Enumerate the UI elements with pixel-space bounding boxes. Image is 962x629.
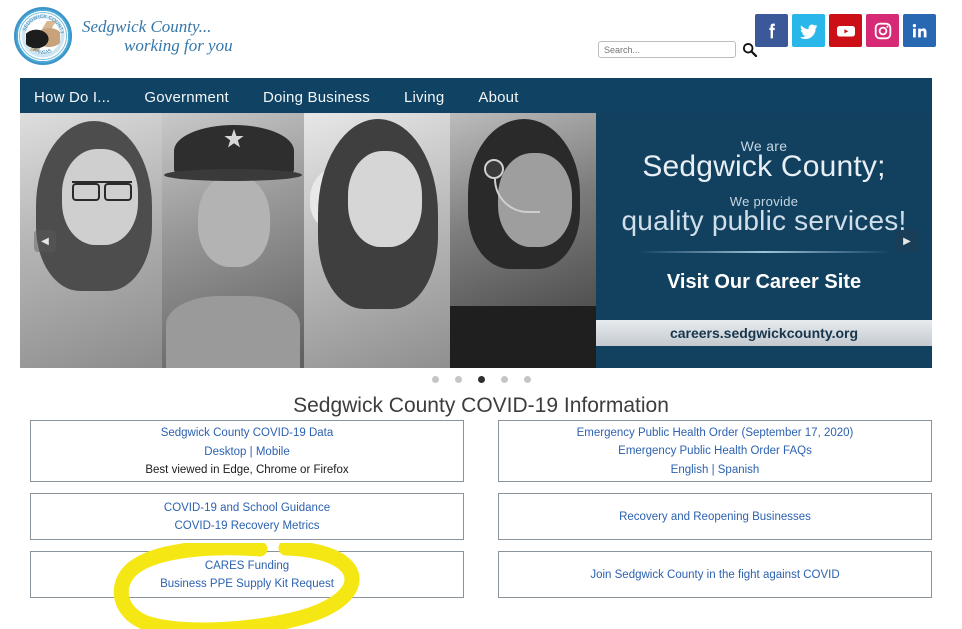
facebook-icon[interactable] <box>755 14 788 47</box>
nav-item-government[interactable]: Government <box>144 89 229 106</box>
county-seal-icon: SEDGWICK COUNTY KANSAS <box>14 7 72 65</box>
hero-headline-1: Sedgwick County; <box>642 150 886 183</box>
emergency-health-order-card[interactable]: Emergency Public Health Order (September… <box>498 420 932 482</box>
instagram-icon[interactable] <box>866 14 899 47</box>
nav-item-living[interactable]: Living <box>404 89 444 106</box>
hero-message-panel: We are Sedgwick County; We provide quali… <box>596 113 932 368</box>
cares-funding-link[interactable]: CARES Funding <box>205 557 289 575</box>
twitter-icon[interactable] <box>792 14 825 47</box>
search-area <box>598 41 757 58</box>
carousel-dot-1[interactable] <box>431 376 439 383</box>
carousel-next-button[interactable]: ▶ <box>896 230 918 252</box>
decor-face <box>348 151 422 247</box>
hero-photo-strip <box>20 113 596 368</box>
decor-face <box>198 175 270 267</box>
school-guidance-link[interactable]: COVID-19 and School Guidance <box>164 499 330 517</box>
covid-data-link[interactable]: Sedgwick County COVID-19 Data <box>161 424 334 442</box>
hero-career-url: careers.sedgwickcounty.org <box>669 325 859 341</box>
photo-call-center-agent <box>450 113 596 368</box>
carousel-dots <box>0 376 962 383</box>
health-order-separator: | <box>708 463 718 476</box>
hero-headline-2: quality public services! <box>621 205 907 236</box>
linkedin-icon[interactable] <box>903 14 936 47</box>
search-input[interactable] <box>598 41 736 58</box>
youtube-icon[interactable] <box>829 14 862 47</box>
nav-item-how-do-i[interactable]: How Do I... <box>34 89 110 106</box>
health-order-language-links: English | Spanish <box>671 460 760 479</box>
covid-data-browser-note: Best viewed in Edge, Chrome or Firefox <box>145 463 349 476</box>
carousel-dot-3[interactable] <box>477 376 485 383</box>
decor-glasses <box>72 181 132 201</box>
covid-data-platform-links: Desktop | Mobile <box>204 442 289 461</box>
carousel-dot-5[interactable] <box>523 376 531 383</box>
decor-shirt <box>450 306 596 368</box>
carousel-dot-4[interactable] <box>500 376 508 383</box>
hero-career-bar[interactable]: careers.sedgwickcounty.org <box>596 320 932 346</box>
seal-arc-text: SEDGWICK COUNTY KANSAS <box>19 12 67 60</box>
nav-item-doing-business[interactable]: Doing Business <box>263 89 370 106</box>
nav-item-about[interactable]: About <box>478 89 518 106</box>
photo-woman-smiling <box>304 113 450 368</box>
ppe-supply-kit-link[interactable]: Business PPE Supply Kit Request <box>160 575 334 593</box>
carousel-dot-2[interactable] <box>454 376 462 383</box>
site-header: SEDGWICK COUNTY KANSAS Sedgwick County..… <box>0 0 962 78</box>
cares-funding-card[interactable]: CARES Funding Business PPE Supply Kit Re… <box>30 551 464 598</box>
fight-against-covid-link[interactable]: Join Sedgwick County in the fight agains… <box>590 566 839 584</box>
hero-career-title: Visit Our Career Site <box>666 271 862 293</box>
chevron-right-icon: ▶ <box>903 235 911 247</box>
recovery-reopening-card[interactable]: Recovery and Reopening Businesses <box>498 493 932 540</box>
hero-carousel: We are Sedgwick County; We provide quali… <box>20 113 932 368</box>
site-logo[interactable]: SEDGWICK COUNTY KANSAS Sedgwick County..… <box>14 7 233 65</box>
social-links <box>755 14 936 47</box>
health-order-faq-link[interactable]: Emergency Public Health Order FAQs <box>618 442 812 460</box>
health-order-link[interactable]: Emergency Public Health Order (September… <box>577 424 854 442</box>
site-title-line1: Sedgwick County... <box>82 16 212 36</box>
covid-section-heading: Sedgwick County COVID-19 Information <box>293 394 669 417</box>
covid-data-card[interactable]: Sedgwick County COVID-19 Data Desktop | … <box>30 420 464 482</box>
recovery-reopening-link[interactable]: Recovery and Reopening Businesses <box>619 508 811 526</box>
fight-against-covid-card[interactable]: Join Sedgwick County in the fight agains… <box>498 551 932 598</box>
covid-data-desktop-link[interactable]: Desktop <box>204 446 246 458</box>
instagram-glyph <box>874 22 891 39</box>
hero-divider <box>638 251 890 253</box>
linkedin-glyph <box>912 23 927 37</box>
page-root: SEDGWICK COUNTY KANSAS Sedgwick County..… <box>0 0 962 629</box>
covid-card-grid: Sedgwick County COVID-19 Data Desktop | … <box>30 420 932 598</box>
site-title: Sedgwick County... working for you <box>82 17 233 55</box>
decor-hat-brim <box>164 169 302 181</box>
twitter-glyph <box>799 24 817 39</box>
decor-uniform <box>166 296 300 368</box>
svg-text:SEDGWICK COUNTY: SEDGWICK COUNTY <box>22 14 65 35</box>
decor-headset <box>484 159 504 179</box>
main-navigation: How Do I... Government Doing Business Li… <box>20 78 932 116</box>
school-guidance-card[interactable]: COVID-19 and School Guidance COVID-19 Re… <box>30 493 464 540</box>
covid-data-separator: | <box>246 445 256 458</box>
chevron-left-icon: ◀ <box>41 235 49 247</box>
facebook-glyph <box>768 23 775 38</box>
photo-deputy-sheriff <box>162 113 304 368</box>
health-order-english-link[interactable]: English <box>671 464 709 476</box>
youtube-glyph <box>836 25 855 36</box>
carousel-prev-button[interactable]: ◀ <box>34 230 56 252</box>
svg-text:KANSAS: KANSAS <box>32 47 54 56</box>
site-title-line2: working for you <box>124 36 233 55</box>
health-order-spanish-link[interactable]: Spanish <box>718 464 760 476</box>
covid-data-mobile-link[interactable]: Mobile <box>256 446 290 458</box>
recovery-metrics-link[interactable]: COVID-19 Recovery Metrics <box>174 517 319 535</box>
